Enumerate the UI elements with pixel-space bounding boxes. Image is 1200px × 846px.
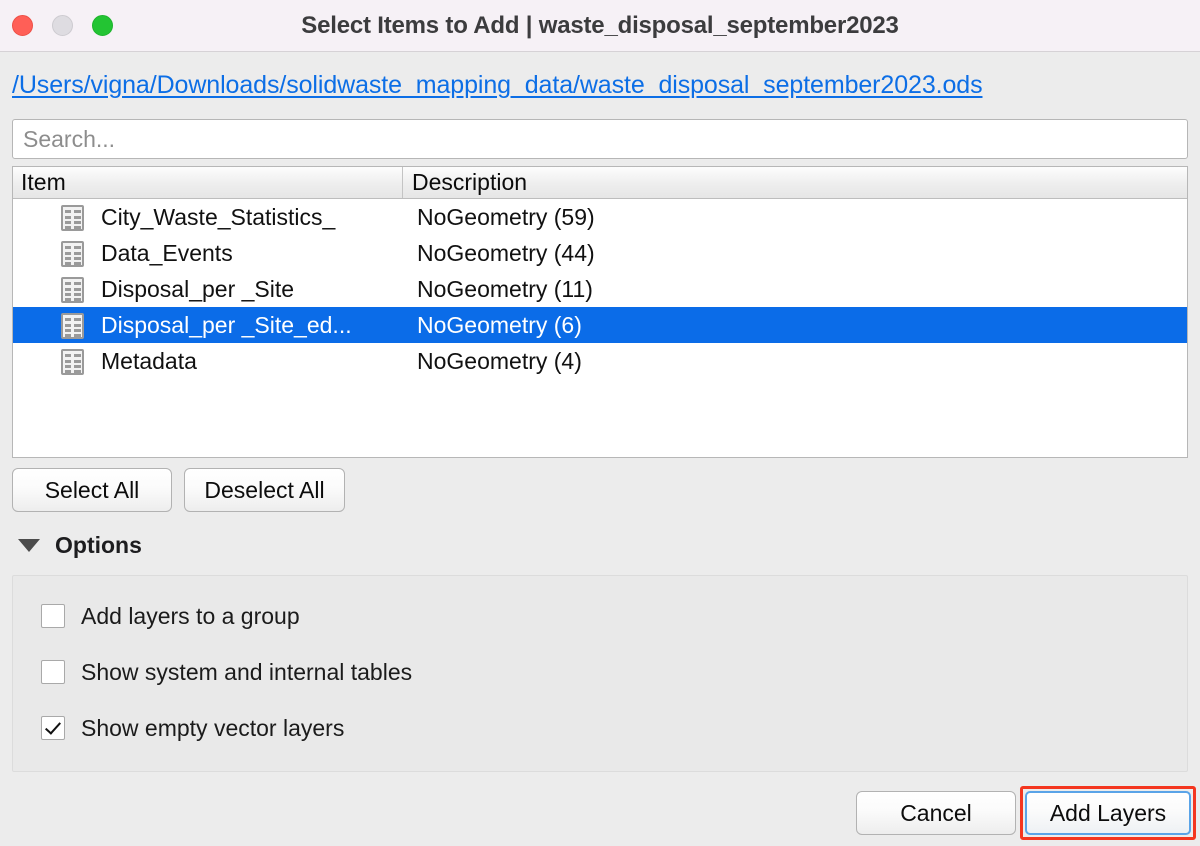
item-name: Disposal_per _Site [101,271,401,307]
checkbox-label: Show empty vector layers [81,715,344,742]
item-description: NoGeometry (59) [417,199,595,235]
table-row[interactable]: Metadata NoGeometry (4) [13,343,1187,379]
checkbox-show-empty-vector-layers[interactable]: Show empty vector layers [41,713,344,743]
column-header-description[interactable]: Description [404,167,1187,198]
search-input[interactable] [12,119,1188,159]
table-row[interactable]: Disposal_per _Site NoGeometry (11) [13,271,1187,307]
checkbox-box[interactable] [41,660,65,684]
item-name: Data_Events [101,235,401,271]
file-path-link[interactable]: /Users/vigna/Downloads/solidwaste_mappin… [12,71,982,100]
list-header: Item Description [13,167,1187,199]
table-icon [61,277,84,303]
select-items-dialog: Select Items to Add | waste_disposal_sep… [0,0,1200,846]
item-name: Metadata [101,343,401,379]
deselect-all-button[interactable]: Deselect All [184,468,345,512]
title-bar: Select Items to Add | waste_disposal_sep… [0,0,1200,52]
window-title: Select Items to Add | waste_disposal_sep… [0,0,1200,52]
chevron-down-icon [18,539,40,552]
table-row-selected[interactable]: Disposal_per _Site_ed... NoGeometry (6) [13,307,1187,343]
checkbox-add-layers-to-group[interactable]: Add layers to a group [41,601,300,631]
select-all-button[interactable]: Select All [12,468,172,512]
item-description: NoGeometry (6) [417,307,582,343]
checkbox-box-checked[interactable] [41,716,65,740]
table-icon [61,241,84,267]
item-name: Disposal_per _Site_ed... [101,307,401,343]
options-panel: Add layers to a group Show system and in… [12,575,1188,772]
table-row[interactable]: Data_Events NoGeometry (44) [13,235,1187,271]
table-icon [61,205,84,231]
options-disclosure[interactable]: Options [18,530,142,560]
cancel-button[interactable]: Cancel [856,791,1016,835]
checkbox-label: Add layers to a group [81,603,300,630]
column-header-item[interactable]: Item [13,167,403,198]
checkbox-box[interactable] [41,604,65,628]
item-name: City_Waste_Statistics_ [101,199,401,235]
item-description: NoGeometry (44) [417,235,595,271]
add-layers-button[interactable]: Add Layers [1025,791,1191,835]
table-row[interactable]: City_Waste_Statistics_ NoGeometry (59) [13,199,1187,235]
list-body: City_Waste_Statistics_ NoGeometry (59) D… [13,199,1187,457]
items-list[interactable]: Item Description City_Waste_Statistics_ … [12,166,1188,458]
checkbox-label: Show system and internal tables [81,659,412,686]
item-description: NoGeometry (11) [417,271,593,307]
table-icon [61,349,84,375]
table-icon [61,313,84,339]
item-description: NoGeometry (4) [417,343,582,379]
options-label: Options [55,532,142,559]
checkbox-show-system-tables[interactable]: Show system and internal tables [41,657,412,687]
